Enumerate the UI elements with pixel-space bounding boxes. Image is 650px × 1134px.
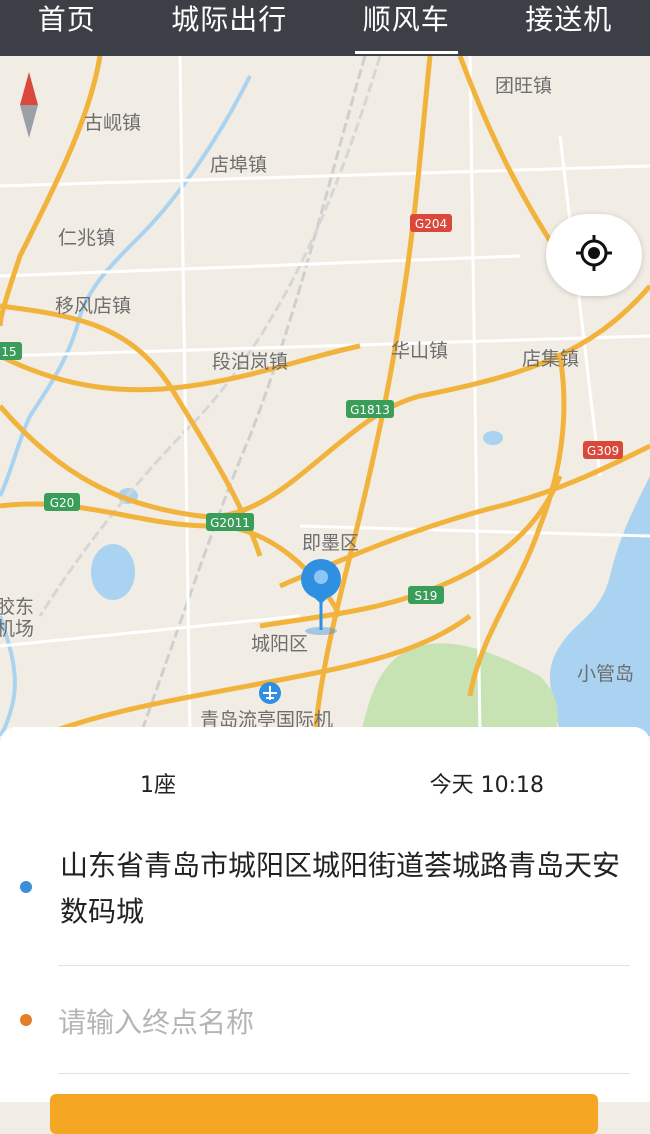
locate-me-button[interactable]	[546, 214, 642, 296]
highway-shield-g1813: G1813	[346, 400, 394, 418]
seat-count-selector[interactable]: 1座	[140, 767, 176, 799]
tab-intercity[interactable]: 城际出行	[171, 0, 287, 56]
place-label: 华山镇	[391, 340, 448, 362]
place-label: 仁兆镇	[58, 227, 115, 249]
svg-text:G20: G20	[50, 496, 75, 510]
divider	[58, 965, 630, 966]
place-label: 胶东	[0, 596, 34, 618]
svg-text:G1813: G1813	[350, 403, 390, 417]
place-label: 段泊岚镇	[212, 351, 288, 373]
top-tab-bar: 首页 城际出行 顺风车 接送机	[0, 0, 650, 56]
map-view[interactable]: G204 G1813 G309 G20 G2011 S19 15 古岘镇 团旺镇	[0, 56, 650, 736]
confirm-button[interactable]	[50, 1094, 598, 1134]
svg-text:S19: S19	[415, 589, 438, 603]
tab-home[interactable]: 首页	[38, 0, 96, 56]
divider	[58, 1073, 630, 1074]
svg-text:G204: G204	[415, 217, 447, 231]
place-label: 小管岛	[577, 663, 634, 685]
highway-shield-g309: G309	[583, 441, 623, 459]
svg-text:15: 15	[1, 345, 16, 359]
trip-panel: 1座 今天 10:18 山东省青岛市城阳区城阳街道荟城路青岛天安数码城	[0, 727, 650, 1134]
tab-airport-transfer[interactable]: 接送机	[525, 0, 612, 56]
start-address[interactable]: 山东省青岛市城阳区城阳街道荟城路青岛天安数码城	[60, 843, 620, 935]
tab-carpool[interactable]: 顺风车	[354, 0, 458, 56]
map-canvas[interactable]: G204 G1813 G309 G20 G2011 S19 15 古岘镇 团旺镇	[0, 56, 650, 736]
highway-shield-g15: 15	[0, 342, 22, 360]
start-point-dot	[20, 881, 32, 893]
destination-input[interactable]	[58, 999, 618, 1045]
departure-time-selector[interactable]: 今天 10:18	[430, 767, 544, 799]
lake	[483, 431, 503, 445]
highway-shield-g2011: G2011	[206, 513, 254, 531]
airport-icon	[259, 682, 281, 704]
highway-shield-g20: G20	[44, 493, 80, 511]
place-label: 城阳区	[251, 633, 308, 655]
place-label: 店埠镇	[210, 154, 267, 176]
place-label: 古岘镇	[84, 112, 141, 134]
place-label: 机场	[0, 618, 34, 640]
svg-text:G309: G309	[587, 444, 619, 458]
place-label: 移风店镇	[55, 295, 131, 317]
svg-text:G2011: G2011	[210, 516, 250, 530]
place-label: 即墨区	[302, 532, 359, 554]
end-point-dot	[20, 1014, 32, 1026]
compass-icon[interactable]	[14, 70, 44, 144]
highway-shield-s19: S19	[408, 586, 444, 604]
highway-shield-g204: G204	[410, 214, 452, 232]
lake	[91, 544, 135, 600]
place-label: 店集镇	[522, 348, 579, 370]
place-label: 团旺镇	[495, 75, 552, 97]
crosshair-icon	[574, 233, 614, 277]
